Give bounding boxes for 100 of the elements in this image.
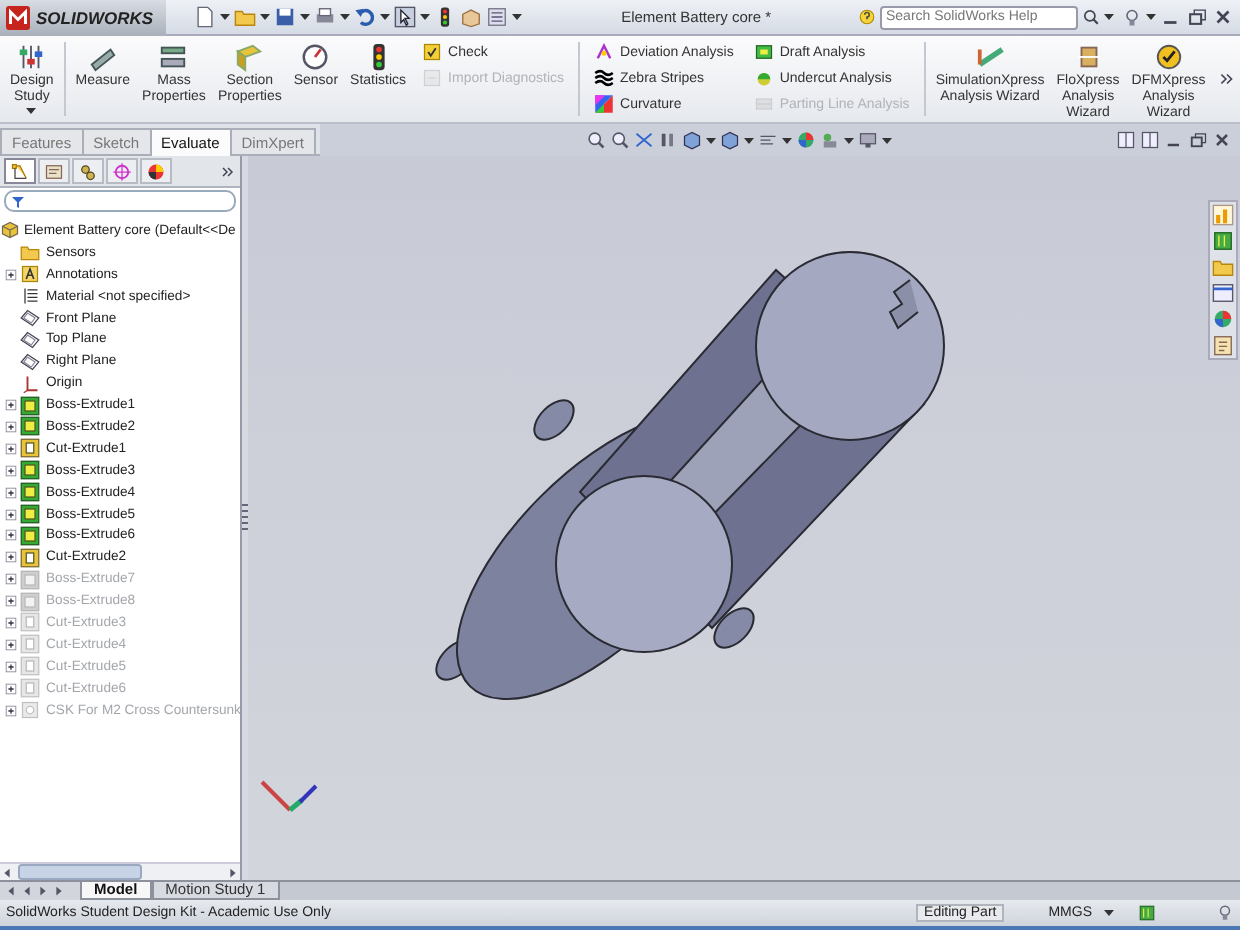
folder-icon: [20, 242, 40, 263]
origin-icon: [20, 373, 40, 394]
splitter-handle[interactable]: [242, 504, 248, 532]
expand-icon[interactable]: [3, 681, 17, 696]
chevron-icon[interactable]: [1218, 70, 1236, 88]
expand-icon[interactable]: [3, 267, 17, 282]
expand-icon[interactable]: [3, 398, 17, 413]
caret-icon[interactable]: [706, 137, 716, 143]
lines-icon[interactable]: [758, 130, 778, 150]
horizontal-scrollbar[interactable]: [0, 862, 240, 880]
appearance-icon: [146, 161, 166, 181]
extrude-feature-icon: [20, 591, 40, 612]
feature-tree-icon: [10, 161, 30, 181]
new-document-icon[interactable]: [193, 6, 216, 28]
annotation-icon: [20, 264, 40, 285]
angle-icon: [594, 42, 615, 62]
caret-icon[interactable]: [339, 14, 350, 20]
rainbow-icon: [594, 94, 615, 114]
extrude-feature-icon: [20, 395, 40, 416]
dome-icon: [753, 68, 774, 88]
caret-icon[interactable]: [219, 14, 230, 20]
expand-icon[interactable]: [3, 419, 17, 434]
tile-icon[interactable]: [1116, 130, 1136, 150]
filter-field[interactable]: [4, 190, 236, 212]
caret-icon[interactable]: [26, 108, 37, 114]
lightbulb-icon[interactable]: [1216, 904, 1234, 922]
clipboard-icon[interactable]: [1212, 334, 1234, 356]
configuration-icon: [78, 161, 98, 181]
zoom-icon[interactable]: [610, 130, 630, 150]
cut-feature-icon: [20, 547, 40, 568]
expand-icon[interactable]: [3, 507, 17, 522]
color-ball-icon[interactable]: [1212, 308, 1234, 330]
caret-icon[interactable]: [1104, 910, 1114, 916]
caret-icon[interactable]: [1146, 14, 1156, 20]
section-view-icon[interactable]: [634, 130, 654, 150]
expand-icon[interactable]: [3, 659, 17, 674]
hole-icon: [20, 700, 40, 721]
search-icon[interactable]: [1082, 8, 1100, 26]
caret-icon[interactable]: [299, 14, 310, 20]
plane-icon: [20, 351, 40, 372]
caret-icon[interactable]: [844, 137, 854, 143]
undo-icon[interactable]: [353, 6, 376, 28]
printer-icon[interactable]: [313, 6, 336, 28]
expand-icon[interactable]: [3, 528, 17, 543]
caret-icon[interactable]: [259, 14, 270, 20]
extrude-feature-icon: [20, 482, 40, 503]
expand-icon[interactable]: [3, 463, 17, 478]
save-icon[interactable]: [273, 6, 296, 28]
caret-icon[interactable]: [419, 14, 430, 20]
gauge-icon: [1153, 42, 1184, 72]
part-icon: [0, 220, 20, 241]
tile-icon[interactable]: [1140, 130, 1160, 150]
expand-icon[interactable]: [3, 485, 17, 500]
caret-icon[interactable]: [882, 137, 892, 143]
color-ball-icon[interactable]: [796, 130, 816, 150]
panel-tab[interactable]: [140, 158, 172, 184]
extrude-feature-icon: [20, 460, 40, 481]
extrude-feature-icon: [20, 416, 40, 437]
beam-icon: [975, 42, 1006, 72]
extrude-feature-icon: [20, 525, 40, 546]
chart-icon[interactable]: [1212, 204, 1234, 226]
scale-icon: [158, 42, 189, 72]
caret-icon[interactable]: [379, 14, 390, 20]
cut-feature-icon: [20, 656, 40, 677]
expand-icon[interactable]: [3, 441, 17, 456]
expand-icon[interactable]: [3, 550, 17, 565]
diagnostics-icon: [422, 68, 443, 88]
caret-icon[interactable]: [744, 137, 754, 143]
expand-icon[interactable]: [3, 594, 17, 609]
panel-tab[interactable]: [72, 158, 104, 184]
ruler-icon: [87, 42, 118, 72]
checkmark-icon: [422, 42, 443, 62]
list-icon[interactable]: [485, 6, 508, 28]
restore-icon[interactable]: [1188, 130, 1208, 150]
window-icon[interactable]: [1212, 282, 1234, 304]
zoom-icon[interactable]: [586, 130, 606, 150]
caret-icon[interactable]: [782, 137, 792, 143]
chevron-icon[interactable]: [220, 163, 236, 179]
close-icon[interactable]: [1212, 6, 1234, 28]
plane-icon: [20, 329, 40, 350]
expand-icon[interactable]: [3, 615, 17, 630]
restore-icon[interactable]: [1186, 6, 1208, 28]
bars-icon[interactable]: [658, 130, 678, 150]
close-icon[interactable]: [1212, 130, 1232, 150]
cut-feature-icon: [20, 612, 40, 633]
extrude-feature-icon: [20, 569, 40, 590]
expand-icon[interactable]: [3, 637, 17, 652]
cursor-icon[interactable]: [393, 6, 416, 28]
caret-icon[interactable]: [1104, 14, 1114, 20]
monitor-icon[interactable]: [858, 130, 878, 150]
cut-feature-icon: [20, 438, 40, 459]
crosshair-icon: [112, 161, 132, 181]
plane-icon: [20, 308, 40, 328]
axis-triad-icon: [260, 780, 318, 812]
cut-feature-icon: [20, 634, 40, 655]
caret-icon[interactable]: [511, 14, 522, 20]
expand-icon[interactable]: [3, 703, 17, 718]
expand-icon[interactable]: [3, 572, 17, 587]
material-icon: [20, 286, 40, 307]
book-icon[interactable]: [1212, 230, 1234, 252]
